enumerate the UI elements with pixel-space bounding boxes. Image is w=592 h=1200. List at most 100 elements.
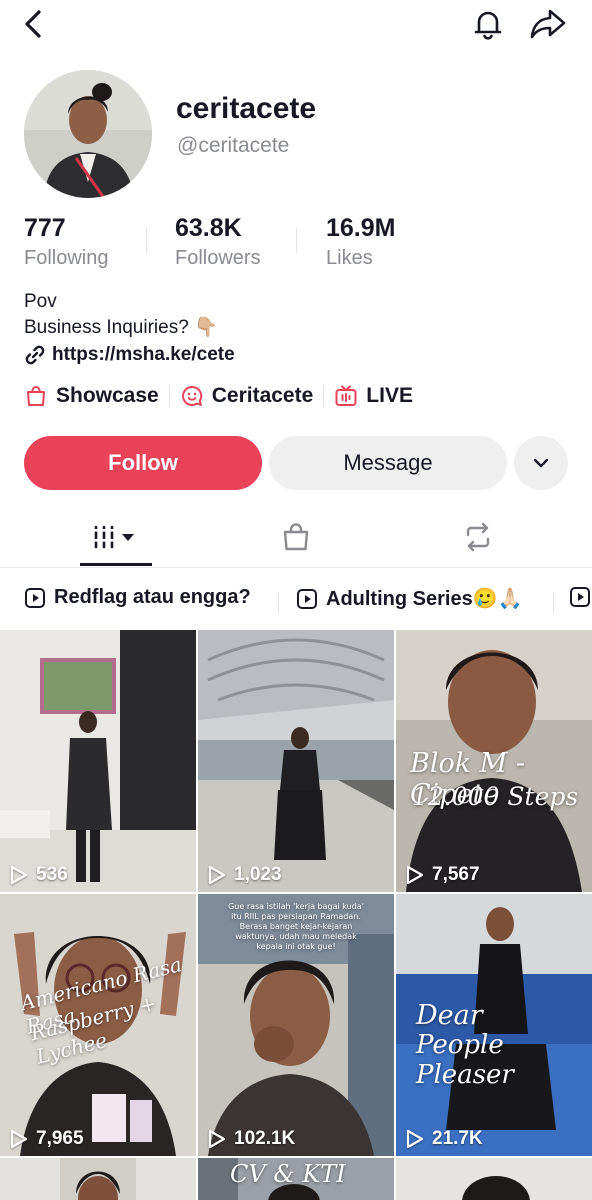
view-count-text: 7,567	[432, 864, 480, 885]
message-button[interactable]: Message	[269, 436, 507, 490]
tab-videos[interactable]	[80, 506, 152, 568]
play-icon	[10, 1129, 28, 1149]
playlist-label: Adulting Series🥲🙏🏻	[326, 588, 523, 610]
follow-button[interactable]: Follow	[24, 436, 262, 490]
stat-followers[interactable]: 63.8K Followers	[175, 214, 261, 270]
repost-icon	[466, 522, 490, 552]
creator-chat-badge[interactable]: Ceritacete	[180, 384, 314, 408]
video-thumbnail	[0, 630, 196, 892]
creator-chat-icon	[181, 385, 202, 406]
video-tile[interactable]	[396, 1158, 592, 1200]
video-thumbnail	[198, 630, 394, 892]
tab-shop[interactable]	[270, 506, 322, 568]
view-count-text: 7,965	[36, 1128, 84, 1149]
grid-bars-icon	[92, 525, 134, 549]
profile-stats: 777 Following 63.8K Followers 16.9M Like…	[24, 214, 584, 274]
stat-value: 777	[24, 214, 66, 242]
play-square-icon	[297, 588, 317, 609]
profile-handle: @ceritacete	[177, 134, 290, 157]
view-count: 102.1K	[208, 1128, 295, 1150]
divider	[146, 228, 147, 254]
video-tile[interactable]: Dear People Pleaser 21.7K	[396, 894, 592, 1156]
stat-likes[interactable]: 16.9M Likes	[326, 214, 395, 270]
video-overlay-subtitle: 12.000 Steps	[412, 782, 579, 811]
playlist-chip[interactable]: Redflag atau engga?	[24, 586, 251, 609]
playlist-strip: Redflag atau engga? Adulting Series🥲🙏🏻	[0, 578, 592, 620]
profile-bio: Pov Business Inquiries? 👇🏼	[24, 289, 218, 341]
play-icon	[208, 1129, 226, 1149]
avatar-photo	[24, 70, 152, 198]
stat-label: Likes	[326, 247, 373, 269]
video-thumbnail	[396, 1158, 592, 1200]
view-count: 536	[10, 864, 68, 886]
view-count-text: 21.7K	[432, 1128, 483, 1149]
bio-line: Pov	[24, 291, 57, 312]
view-count-text: 1,023	[234, 864, 282, 885]
video-tile[interactable]: Blok M - Cipete 12.000 Steps 7,567	[396, 630, 592, 892]
video-overlay-subtitle: People Pleaser	[416, 1030, 514, 1090]
view-count: 7,965	[10, 1128, 84, 1150]
profile-link-text: https://msha.ke/cete	[52, 344, 235, 365]
stat-label: Following	[24, 247, 109, 269]
link-icon	[25, 345, 45, 365]
play-icon	[406, 865, 424, 885]
notification-button[interactable]	[470, 6, 506, 42]
tab-reposts[interactable]	[452, 506, 504, 568]
video-tile[interactable]: Gue rasa istilah 'kerja bagai kuda' itu …	[198, 894, 394, 1156]
view-count-text: 536	[36, 864, 68, 885]
divider	[278, 592, 279, 612]
play-square-icon	[570, 587, 590, 607]
divider	[296, 228, 297, 254]
profile-tabs	[0, 506, 592, 568]
playlist-chip[interactable]: Adulting Series🥲🙏🏻	[296, 586, 523, 611]
badge-label: Ceritacete	[211, 384, 314, 407]
video-overlay-caption: Gue rasa istilah 'kerja bagai kuda' itu …	[228, 902, 364, 951]
profile-badges: Showcase Ceritacete LIVE	[24, 380, 413, 412]
play-icon	[10, 865, 28, 885]
more-options-button[interactable]	[514, 436, 568, 490]
view-count: 21.7K	[406, 1128, 483, 1150]
video-tile[interactable]: CV & KTI	[198, 1158, 394, 1200]
avatar[interactable]	[24, 70, 152, 198]
bio-line: Business Inquiries? 👇🏼	[24, 317, 218, 338]
shopping-bag-icon	[283, 523, 309, 551]
video-tile[interactable]: 536	[0, 630, 196, 892]
view-count: 1,023	[208, 864, 282, 886]
divider	[168, 385, 170, 407]
tv-icon	[335, 385, 357, 406]
play-square-icon	[25, 587, 45, 608]
selected-tab-indicator	[80, 563, 152, 566]
video-tile[interactable]: Americano Rasa Rasa Raspberry + Lychee 7…	[0, 894, 196, 1156]
divider	[553, 592, 554, 612]
divider	[323, 385, 325, 407]
profile-link[interactable]: https://msha.ke/cete	[24, 342, 235, 368]
video-tile[interactable]	[0, 1158, 196, 1200]
view-count-text: 102.1K	[234, 1128, 296, 1149]
video-tile[interactable]: 1,023	[198, 630, 394, 892]
playlist-chip[interactable]	[569, 586, 592, 608]
playlist-label: Redflag atau engga?	[54, 586, 251, 608]
badge-label: LIVE	[366, 384, 413, 407]
play-icon	[208, 865, 226, 885]
share-button[interactable]	[528, 6, 568, 42]
stat-value: 63.8K	[175, 214, 242, 242]
video-grid: 536 1,023 Blok M - Cipete 12.000 Steps 7…	[0, 630, 592, 1200]
stat-label: Followers	[175, 247, 261, 269]
stat-value: 16.9M	[326, 214, 396, 242]
stat-following[interactable]: 777 Following	[24, 214, 108, 270]
play-icon	[406, 1129, 424, 1149]
badge-label: Showcase	[56, 384, 159, 407]
shopping-bag-icon	[27, 386, 45, 406]
video-overlay-title: Dear	[416, 1000, 483, 1031]
top-bar	[0, 0, 592, 50]
bell-icon	[474, 11, 502, 40]
back-button[interactable]	[18, 8, 50, 40]
chevron-left-icon	[25, 10, 41, 38]
view-count: 7,567	[406, 864, 480, 886]
showcase-badge[interactable]: Showcase	[24, 384, 159, 408]
live-badge[interactable]: LIVE	[334, 384, 413, 408]
video-overlay-title: CV & KTI	[230, 1160, 346, 1188]
chevron-down-icon	[533, 458, 549, 468]
video-thumbnail	[0, 1158, 196, 1200]
share-arrow-icon	[530, 9, 566, 39]
